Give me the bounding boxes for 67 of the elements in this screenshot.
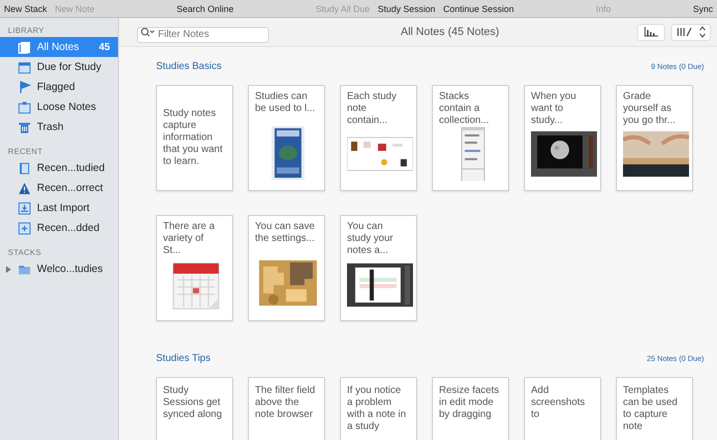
add-icon <box>18 222 31 234</box>
sidebar-item[interactable]: Last Import <box>0 198 118 218</box>
toolbar-button[interactable]: Sync <box>692 4 713 14</box>
bar-chart-icon <box>644 27 658 37</box>
section-heading: LIBRARY <box>7 25 46 37</box>
sidebar-item[interactable]: Flagged <box>0 77 118 97</box>
view-mode-button[interactable] <box>671 24 711 40</box>
note-text: Studies can be used to l... <box>255 91 316 115</box>
note-text: Templates can be used to capture note <box>623 385 678 433</box>
note-card[interactable]: Resize facets in edit mode by dragging <box>432 377 509 440</box>
note-card[interactable]: Study notes capture information that you want to learn. <box>156 85 233 191</box>
sidebar-item[interactable]: Recen...dded <box>0 218 118 238</box>
note-card[interactable]: Each study note contain... <box>340 85 417 191</box>
clipboard-icon <box>18 100 31 114</box>
note-text: Study Sessions get synced along <box>163 385 223 421</box>
sidebar-item[interactable]: Recen...orrect <box>0 178 118 198</box>
section-heading: STACKS <box>7 247 42 259</box>
note-count: 45 <box>98 42 110 52</box>
toolbar-button[interactable]: New Stack <box>4 4 48 14</box>
note-card[interactable]: Studies can be used to l... <box>248 85 325 191</box>
chart-button[interactable] <box>637 24 665 40</box>
group-title: Studies Tips <box>156 352 210 364</box>
section-heading: RECENT <box>7 146 44 158</box>
note-card[interactable]: If you notice a problem with a note in a study <box>340 377 417 440</box>
search-field[interactable]: Filter Notes <box>137 26 269 42</box>
sidebar-item[interactable]: Welco...tudies <box>0 259 118 279</box>
book-icon <box>18 162 31 174</box>
note-text: Study notes capture information that you want to learn. <box>163 108 224 168</box>
sidebar-item[interactable]: All Notes 45 <box>0 37 118 57</box>
notebook-icon <box>18 40 31 54</box>
note-text: There are a variety of St... <box>163 221 216 257</box>
note-card[interactable]: You can study your notes a... <box>340 215 417 321</box>
import-icon <box>18 202 31 214</box>
calendar-icon <box>18 60 31 74</box>
note-card[interactable]: There are a variety of St... <box>156 215 233 321</box>
note-text: Each study note contain... <box>347 91 398 127</box>
note-card[interactable]: You can save the settings... <box>248 215 325 321</box>
note-card[interactable]: Grade yourself as you go thr... <box>616 85 693 191</box>
sidebar-item[interactable]: Loose Notes <box>0 97 118 117</box>
chevron-up-down-icon <box>699 26 706 38</box>
note-card[interactable]: When you want to study... <box>524 85 601 191</box>
sidebar-item[interactable]: Trash <box>0 117 118 137</box>
note-text: Stacks contain a collection... <box>439 91 490 127</box>
warning-icon <box>18 182 31 194</box>
toolbar-button[interactable]: Study Session <box>378 4 436 14</box>
note-text: Add screenshots to <box>531 385 586 421</box>
note-card[interactable]: Add screenshots to <box>524 377 601 440</box>
note-card[interactable]: The filter field above the note browser <box>248 377 325 440</box>
view-title: All Notes (45 Notes) <box>400 26 500 38</box>
group-title: Studies Basics <box>156 60 222 72</box>
note-text: If you notice a problem with a note in a study <box>347 385 407 433</box>
note-text: Grade yourself as you go thr... <box>623 91 676 127</box>
sidebar-item[interactable]: Due for Study <box>0 57 118 77</box>
note-card[interactable]: Templates can be used to capture note <box>616 377 693 440</box>
note-text: You can save the settings... <box>255 221 316 245</box>
note-text: Resize facets in edit mode by dragging <box>439 385 500 421</box>
note-text: When you want to study... <box>531 91 578 127</box>
trash-icon <box>18 120 31 134</box>
note-text: The filter field above the note browser <box>255 385 316 421</box>
note-card[interactable]: Stacks contain a collection... <box>432 85 509 191</box>
disclosure-triangle-icon[interactable] <box>5 266 12 273</box>
note-text: You can study your notes a... <box>347 221 394 257</box>
toolbar-button[interactable]: Search Online <box>176 4 234 14</box>
toolbar-button[interactable]: Continue Session <box>443 4 514 14</box>
flag-icon <box>18 80 31 94</box>
sidebar-item[interactable]: Recen...tudied <box>0 158 118 178</box>
note-card[interactable]: Study Sessions get synced along <box>156 377 233 440</box>
